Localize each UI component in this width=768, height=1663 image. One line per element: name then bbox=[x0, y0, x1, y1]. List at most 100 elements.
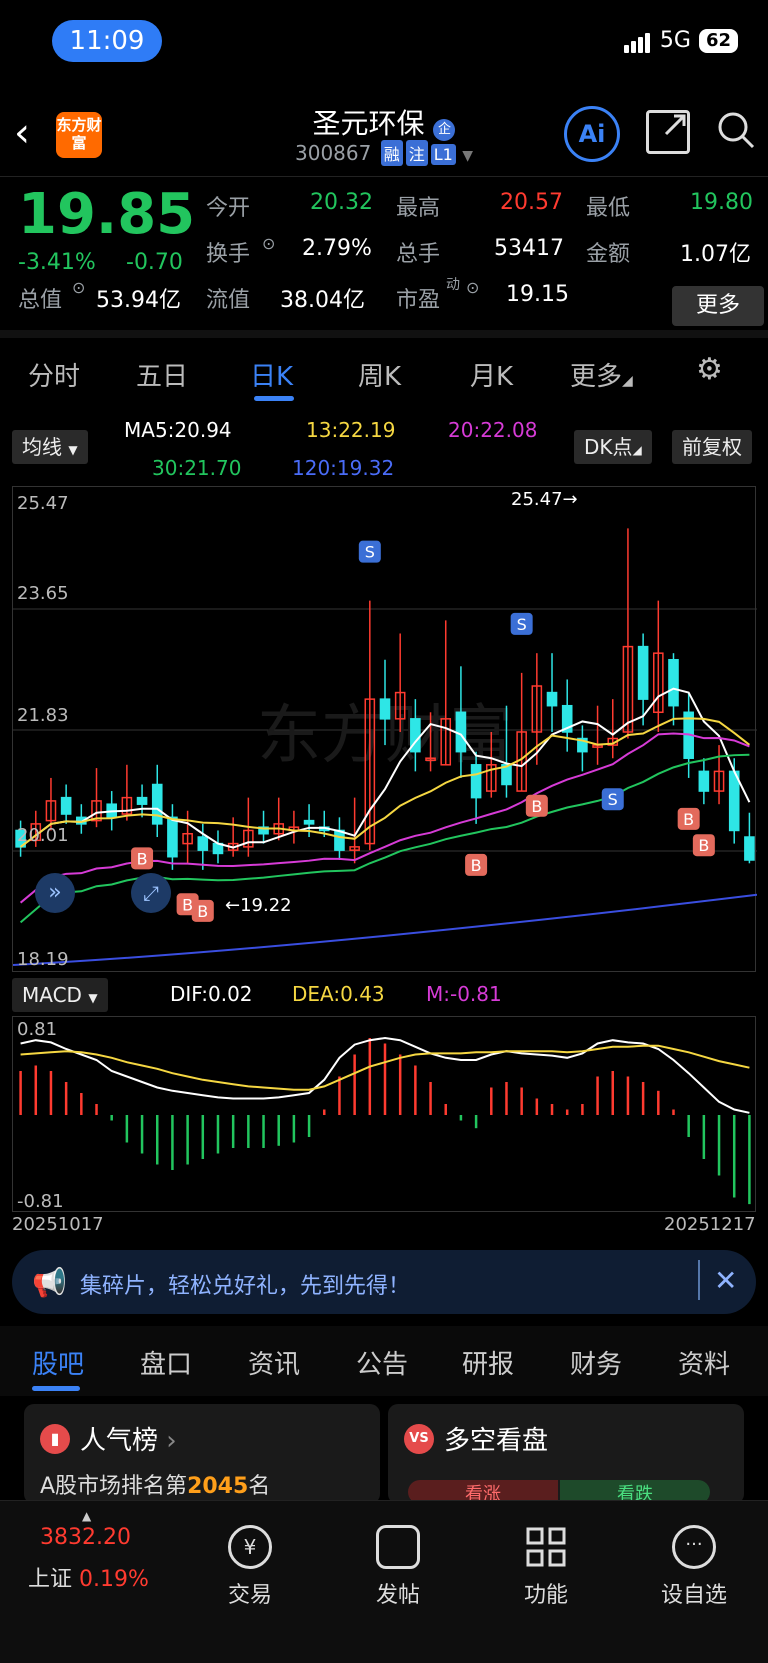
trade-button[interactable]: ¥ 交易 bbox=[190, 1525, 310, 1609]
popularity-title-text: 人气榜 bbox=[80, 1426, 159, 1456]
bottom-bar: ▲ 3832.20 上证 0.19% ¥ 交易 发帖 功能 ··· 设自选 bbox=[0, 1500, 768, 1663]
candle-body bbox=[470, 764, 482, 799]
candle-body bbox=[197, 836, 209, 851]
dk-label: DK点 bbox=[584, 435, 633, 459]
post-button[interactable]: 发帖 bbox=[338, 1525, 458, 1609]
dif-label: DIF:0.02 bbox=[170, 982, 253, 1006]
info-icon[interactable]: ⊙ bbox=[262, 234, 275, 253]
megaphone-icon: 📢 bbox=[32, 1266, 67, 1299]
current-price: 19.85 bbox=[18, 182, 196, 247]
index-name: 上证 bbox=[28, 1567, 73, 1592]
tab-announcements[interactable]: 公告 bbox=[356, 1344, 408, 1381]
trade-label: 交易 bbox=[227, 1583, 272, 1608]
tab-daily-k[interactable]: 日K bbox=[250, 356, 293, 393]
fullscreen-icon[interactable]: ⤢ bbox=[131, 873, 171, 913]
candle-body bbox=[668, 658, 679, 707]
tab-orderbook[interactable]: 盘口 bbox=[140, 1344, 192, 1381]
info-icon[interactable]: ⊙ bbox=[72, 278, 85, 297]
amount-value: 1.07亿 bbox=[680, 242, 751, 267]
marker-label: B bbox=[531, 797, 542, 816]
active-tab-indicator bbox=[254, 396, 294, 401]
gear-icon[interactable]: ⚙ bbox=[696, 352, 723, 387]
kline-chart[interactable]: 东方财富 BBSBSBSBBB 25.47 23.65 21.83 20.01 … bbox=[12, 486, 758, 972]
amount-label: 金额 bbox=[586, 242, 631, 267]
info-icon[interactable]: ⊙ bbox=[466, 278, 479, 297]
tab-intraday[interactable]: 分时 bbox=[28, 356, 80, 393]
stock-code: 300867 bbox=[295, 141, 372, 165]
candle-body bbox=[303, 819, 315, 825]
candle-body bbox=[744, 836, 755, 861]
more-button[interactable]: 更多 bbox=[672, 286, 764, 326]
tab-more[interactable]: 更多◢ bbox=[570, 356, 633, 393]
watchlist-label: 设自选 bbox=[660, 1583, 727, 1608]
tab-monthly-k[interactable]: 月K bbox=[470, 356, 513, 393]
ma-line bbox=[19, 753, 750, 924]
tab-forum[interactable]: 股吧 bbox=[32, 1344, 84, 1381]
bull-bear-card[interactable]: VS 多空看盘 看涨 看跌 bbox=[388, 1404, 744, 1504]
ma-selector[interactable]: 均线 ▼ bbox=[12, 430, 88, 464]
change-pct: -3.41% bbox=[18, 250, 96, 275]
tab-five-day[interactable]: 五日 bbox=[136, 356, 188, 393]
candle-body bbox=[698, 770, 710, 792]
candle-body bbox=[637, 645, 649, 700]
tab-news[interactable]: 资讯 bbox=[248, 1344, 300, 1381]
float-value: 38.04亿 bbox=[280, 288, 365, 313]
function-button[interactable]: 功能 bbox=[486, 1525, 606, 1609]
status-time: 11:09 bbox=[52, 20, 162, 62]
more-dots-icon: ··· bbox=[672, 1525, 716, 1569]
verified-icon: 企 bbox=[433, 119, 456, 141]
candle-body bbox=[167, 816, 178, 858]
popularity-card[interactable]: ▮ 人气榜 › A股市场排名第2045名 bbox=[24, 1404, 380, 1504]
max-price-value: 25.47 bbox=[511, 489, 563, 510]
candle-body bbox=[60, 796, 72, 815]
marker-label: B bbox=[197, 902, 208, 921]
rank-prefix: A股市场排名第 bbox=[40, 1474, 188, 1499]
chevron-down-icon: ◢ bbox=[632, 443, 642, 457]
y-label-4: 20.01 bbox=[17, 825, 69, 846]
ma120-line bbox=[12, 893, 758, 967]
tab-research[interactable]: 研报 bbox=[462, 1344, 514, 1381]
adjust-button[interactable]: 前复权 bbox=[672, 430, 752, 464]
promo-banner[interactable]: 📢 集碎片，轻松兑好礼，先到先得！ ✕ bbox=[12, 1250, 756, 1314]
vs-icon: VS bbox=[404, 1424, 434, 1454]
chevron-down-icon[interactable]: ▼ bbox=[462, 148, 473, 164]
ma120-label: 120:19.32 bbox=[292, 456, 395, 480]
expand-icon[interactable]: » bbox=[35, 873, 75, 913]
app-root: 11:09 5G 62 ‹ 东方财富 圣元环保 企 300867 融注 L1 ▼ … bbox=[0, 0, 768, 1663]
low-value: 19.80 bbox=[690, 190, 753, 215]
macd-chart[interactable]: 0.81 -0.81 bbox=[12, 1016, 756, 1212]
marker-label: B bbox=[683, 810, 694, 829]
macd-selector[interactable]: MACD ▼ bbox=[12, 978, 108, 1012]
share-icon[interactable] bbox=[646, 110, 690, 154]
dk-point-button[interactable]: DK点◢ bbox=[574, 430, 652, 464]
min-price-label: ←19.22 bbox=[225, 895, 292, 916]
tag-margin: 融 bbox=[380, 140, 403, 166]
volume-value: 53417 bbox=[494, 236, 564, 261]
candle-body bbox=[455, 711, 467, 753]
bull-bear-title: 多空看盘 bbox=[444, 1426, 549, 1456]
tab-weekly-k[interactable]: 周K bbox=[358, 356, 401, 393]
tab-profile[interactable]: 资料 bbox=[678, 1344, 730, 1381]
post-label: 发帖 bbox=[375, 1583, 420, 1608]
close-icon[interactable]: ✕ bbox=[714, 1264, 737, 1297]
candle-body bbox=[334, 829, 345, 851]
stock-name: 圣元环保 bbox=[312, 107, 425, 140]
ai-button[interactable]: Ai bbox=[564, 106, 620, 162]
chevron-down-icon: ◢ bbox=[622, 373, 633, 389]
quote-panel: 19.85 -3.41% -0.70 今开 20.32 最高 20.57 最低 … bbox=[0, 178, 768, 328]
volume-label: 总手 bbox=[396, 242, 441, 267]
chevron-down-icon: ▼ bbox=[88, 991, 98, 1005]
index-row[interactable]: 上证 0.19% bbox=[28, 1561, 149, 1593]
tab-more-label: 更多 bbox=[570, 362, 623, 392]
add-watchlist-button[interactable]: ··· 设自选 bbox=[634, 1525, 754, 1609]
date-end: 20251217 bbox=[664, 1214, 756, 1235]
battery-icon: 62 bbox=[698, 28, 738, 53]
tag-l1: L1 bbox=[430, 144, 456, 165]
search-icon[interactable] bbox=[716, 110, 756, 150]
marker-label: B bbox=[137, 849, 148, 868]
high-label: 最高 bbox=[396, 196, 441, 221]
high-value: 20.57 bbox=[500, 190, 563, 215]
pe-sup: 动 bbox=[446, 277, 460, 293]
tab-finance[interactable]: 财务 bbox=[570, 1344, 622, 1381]
ma5-label: MA5:20.94 bbox=[124, 418, 232, 442]
